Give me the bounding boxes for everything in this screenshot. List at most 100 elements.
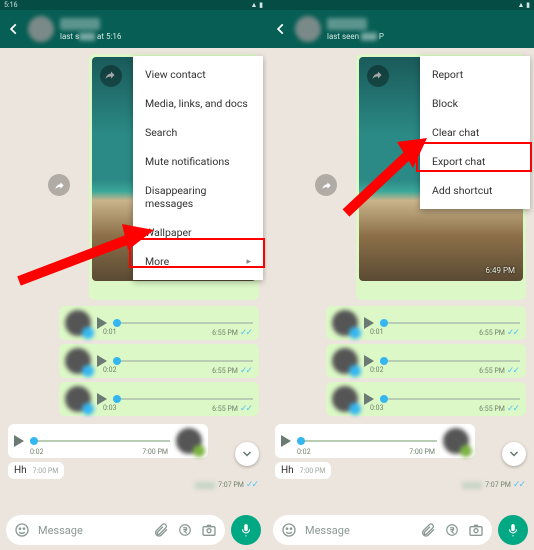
avatar [332,386,358,412]
chat-area[interactable]: 6:49 PM 0:016:55 PM✓✓ 0:026:55 PM✓✓ 0:03… [0,48,267,510]
voice-time: 6:55 PM [479,329,505,337]
voice-duration: 0:01 [103,328,117,338]
avatar [65,310,91,336]
rupee-icon[interactable] [444,522,460,538]
voice-duration: 0:02 [370,366,384,376]
mic-icon [460,445,472,457]
read-ticks-icon: ✓✓ [507,404,518,414]
avatar [332,310,358,336]
mic-icon [82,403,94,415]
menu-item-clear-chat[interactable]: Clear chat [420,118,530,147]
voice-message-out[interactable]: 0:016:55 PM✓✓ [59,306,259,340]
menu-item-disappearing[interactable]: Disappearing messages [133,176,263,218]
contact-block[interactable]: last sxxxx at 5:16 [60,18,261,41]
voice-track[interactable] [113,360,253,362]
voice-message-in[interactable]: 0:02 7:00 PM [275,424,475,458]
mic-send-button[interactable] [231,515,261,545]
back-icon[interactable] [6,21,22,37]
voice-track[interactable] [113,398,253,400]
input-bar: Message [267,510,534,550]
chat-area[interactable]: 6:49 PM 0:016:55 PM✓✓ 0:026:55 PM✓✓ 0:03… [267,48,534,510]
voice-track[interactable] [30,440,170,442]
menu-item-view-contact[interactable]: View contact [133,60,263,89]
voice-time: 6:55 PM [479,367,505,375]
forward-icon[interactable] [371,69,383,81]
emoji-icon[interactable] [281,522,297,538]
sent-time: 7:07 PM✓✓ [195,480,257,490]
camera-icon[interactable] [468,522,484,538]
text-message-in[interactable]: Hh 7:00 PM [8,462,64,479]
mic-icon [349,403,361,415]
voice-duration: 0:02 [297,448,311,456]
menu-item-report[interactable]: Report [420,60,530,89]
rupee-icon[interactable] [177,522,193,538]
voice-time: 7:00 PM [409,448,435,456]
voice-message-in[interactable]: 0:02 7:00 PM [8,424,208,458]
menu-item-search[interactable]: Search [133,118,263,147]
contact-status: last seen xxxx P [327,32,528,41]
voice-duration: 0:02 [30,448,44,456]
menu-item-export-chat[interactable]: Export chat [420,147,530,176]
menu-item-more[interactable]: More▸ [133,247,263,276]
scroll-down-button[interactable] [235,442,259,466]
share-icon[interactable] [315,174,337,196]
menu-item-wallpaper[interactable]: Wallpaper [133,218,263,247]
attach-icon[interactable] [420,522,436,538]
voice-time: 6:55 PM [212,405,238,413]
camera-icon[interactable] [201,522,217,538]
app-bar: last sxxxx at 5:16 [0,10,267,48]
scroll-down-button[interactable] [502,442,526,466]
attach-icon[interactable] [153,522,169,538]
message-field[interactable]: Message [6,515,225,545]
forward-icon[interactable] [104,69,116,81]
message-field[interactable]: Message [273,515,492,545]
status-icons: ▲ ▮ [250,1,263,9]
menu-item-mute[interactable]: Mute notifications [133,147,263,176]
voice-track[interactable] [113,322,253,324]
contact-name [327,18,367,30]
mic-icon [82,365,94,377]
status-bar: ▲ ▮ [267,0,534,10]
status-bar: 5:16 ▲ ▮ [0,0,267,10]
voice-duration: 0:01 [370,328,384,338]
voice-track[interactable] [380,322,520,324]
emoji-icon[interactable] [14,522,30,538]
contact-status: last sxxxx at 5:16 [60,32,261,41]
voice-track[interactable] [380,398,520,400]
app-bar: last seen xxxx P [267,10,534,48]
play-icon[interactable] [281,435,291,447]
mic-icon [82,327,94,339]
back-icon[interactable] [273,21,289,37]
voice-track[interactable] [380,360,520,362]
image-time: 6:49 PM [486,266,515,275]
menu-item-media[interactable]: Media, links, and docs [133,89,263,118]
message-placeholder: Message [38,524,145,537]
mic-send-button[interactable] [498,515,528,545]
play-icon[interactable] [14,435,24,447]
contact-block[interactable]: last seen xxxx P [327,18,528,41]
voice-duration: 0:03 [370,404,384,414]
overflow-submenu: Report Block Clear chat Export chat Add … [420,56,530,209]
status-time: 5:16 [4,1,18,9]
menu-item-add-shortcut[interactable]: Add shortcut [420,176,530,205]
voice-time: 6:55 PM [212,329,238,337]
avatar[interactable] [295,16,321,42]
voice-message-out[interactable]: 0:036:55 PM✓✓ [59,382,259,416]
menu-item-block[interactable]: Block [420,89,530,118]
read-ticks-icon: ✓✓ [240,366,251,376]
avatar[interactable] [28,16,54,42]
voice-time: 7:00 PM [142,448,168,456]
read-ticks-icon: ✓✓ [507,366,518,376]
voice-message-out[interactable]: 0:016:55 PM✓✓ [326,306,526,340]
text-message-in[interactable]: Hh 7:00 PM [275,462,331,479]
voice-message-out[interactable]: 0:026:55 PM✓✓ [59,344,259,378]
voice-track[interactable] [297,440,437,442]
phone-right: ▲ ▮ last seen xxxx P 6:49 PM [267,0,534,550]
input-bar: Message [0,510,267,550]
read-ticks-icon: ✓✓ [240,404,251,414]
status-icons: ▲ ▮ [517,1,530,9]
share-icon[interactable] [48,174,70,196]
voice-duration: 0:02 [103,366,117,376]
voice-message-out[interactable]: 0:02 6:55 PM✓✓ [326,344,526,378]
voice-message-out[interactable]: 0:036:55 PM✓✓ [326,382,526,416]
